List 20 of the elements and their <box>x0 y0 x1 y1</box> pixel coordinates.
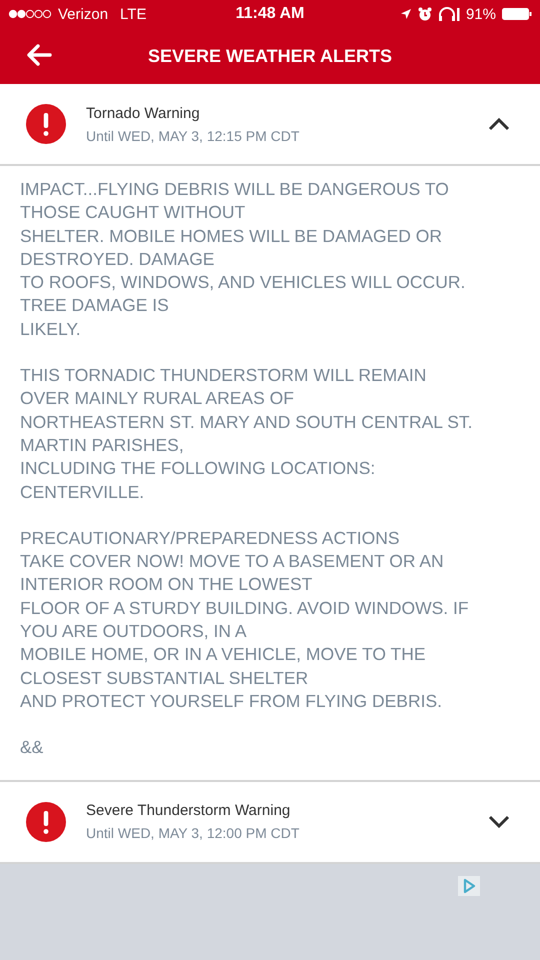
alert-paragraph: IMPACT...FLYING DEBRIS WILL BE DANGEROUS TO THOSE CAUGHT WITHOUT SHELTER. MOBILE HOMES WILL BE DAMAGED OR DESTROYED. DAMAGE TO ROOFS, WINDOWS, AND VEHICLES WILL OCCUR. TREE DAMAGE IS LIKELY. <box>20 178 466 341</box>
alarm-icon <box>418 7 432 21</box>
signal-icon <box>8 9 52 19</box>
clock-time: 11:48 AM <box>236 5 304 23</box>
alert-paragraph: THIS TORNADIC THUNDERSTORM WILL REMAIN OVER MAINLY RURAL AREAS OF NORTHEASTERN ST. MARY AND SOUTH CENTRAL ST. MARTIN PARISHES, INCLUDING THE FOLLOWING LOCATIONS: CENTERVILLE. <box>20 364 474 504</box>
screen-title: SEVERE WEATHER ALERTS <box>148 46 392 66</box>
headphones-icon <box>438 7 460 21</box>
carrier-name: Verizon <box>58 6 108 22</box>
alert-title: Tornado Warning <box>86 104 201 122</box>
battery-icon <box>502 8 532 20</box>
alert-icon <box>26 802 66 842</box>
alert-title: Severe Thunderstorm Warning <box>86 802 292 820</box>
alert-icon <box>26 104 66 144</box>
location-icon <box>400 8 412 20</box>
battery-percent: 91% <box>466 6 496 22</box>
alert-paragraph: && <box>20 736 44 760</box>
alert-expiry: Until WED, MAY 3, 12:00 PM CDT <box>86 825 300 842</box>
network-type: LTE <box>120 6 146 22</box>
alert-expiry: Until WED, MAY 3, 12:15 PM CDT <box>86 128 300 144</box>
alert-paragraph: PRECAUTIONARY/PREPAREDNESS ACTIONS TAKE COVER NOW! MOVE TO A BASEMENT OR AN INTERIOR ROOM ON THE LOWEST FLOOR OF A STURDY BUILDING. AVOID WINDOWS. IF YOU ARE OUTDOORS, IN A MOBILE HOME, OR IN A VEHICLE, MOVE TO THE CLOSEST SUBSTANTIAL SHELTER AND PROTECT YOURSELF FROM FLYING DEBRIS. <box>20 526 470 713</box>
